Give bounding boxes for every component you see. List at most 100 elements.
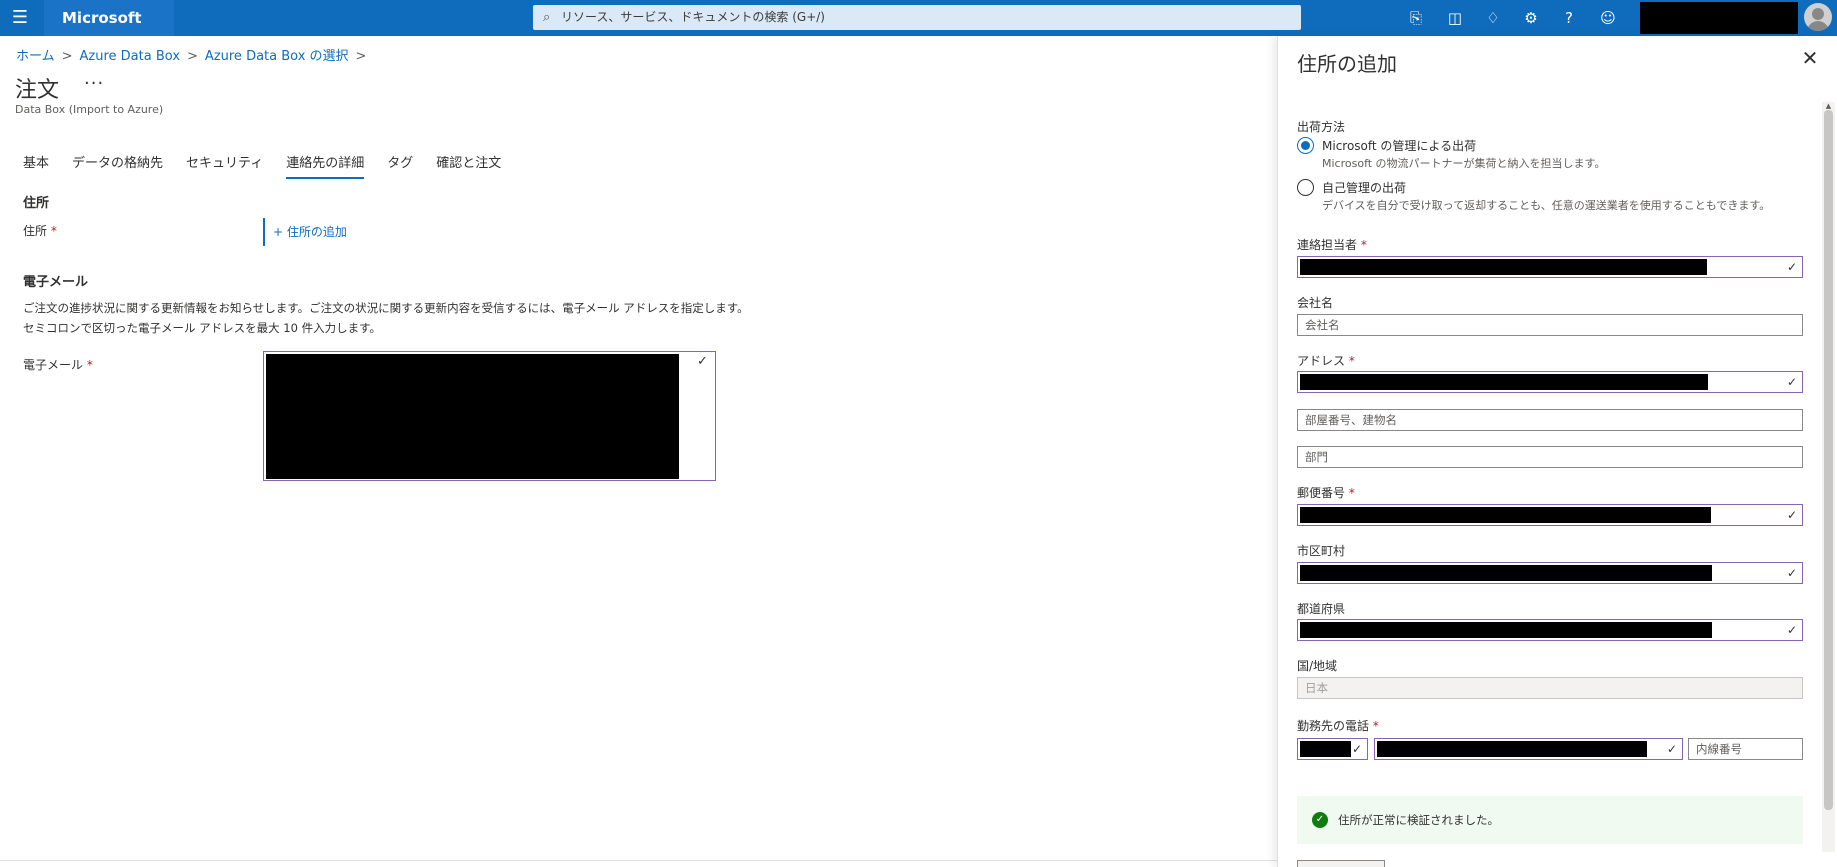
check-icon: ✓ — [1786, 623, 1797, 637]
brand-title[interactable]: Microsoft Azure — [44, 0, 174, 63]
country-code-field[interactable]: ✓ — [1297, 738, 1368, 760]
tab-bar: 基本 データの格納先 セキュリティ 連絡先の詳細 タグ 確認と注文 — [23, 152, 524, 180]
prefecture-value-redacted — [1300, 622, 1712, 638]
chevron-right-icon: > — [61, 49, 73, 64]
radio-microsoft-managed[interactable] — [1297, 137, 1314, 154]
check-icon: ✓ — [1786, 260, 1797, 274]
option-microsoft-title[interactable]: Microsoft の管理による出荷 — [1322, 137, 1476, 154]
top-bar: ☰ Microsoft Azure リソース、サービス、ドキュメントの検索 (G… — [0, 0, 1837, 63]
feedback-icon[interactable]: ☺ — [1596, 6, 1620, 30]
city-field[interactable]: ✓ — [1297, 562, 1803, 584]
breadcrumb-home[interactable]: ホーム — [16, 49, 55, 64]
prefecture-field[interactable]: ✓ — [1297, 619, 1803, 641]
email-label: 電子メール — [23, 358, 84, 372]
notifications-icon[interactable]: ♢ — [1481, 6, 1505, 30]
required-marker: * — [1348, 354, 1355, 368]
contact-label: 連絡担当者 — [1297, 238, 1358, 252]
scrollbar[interactable]: ▲ — [1822, 102, 1835, 852]
scrollbar-thumb[interactable] — [1824, 110, 1833, 810]
search-icon: ⌕ — [543, 10, 551, 25]
breadcrumb: ホーム > Azure Data Box > Azure Data Box の選択 > — [16, 45, 373, 64]
search-input[interactable]: リソース、サービス、ドキュメントの検索 (G+/) — [533, 5, 1301, 30]
address-label: 住所 — [23, 224, 48, 238]
option-self-desc: デバイスを自分で受け取って返却することも、任意の運送業者を使用することもできます… — [1322, 199, 1771, 212]
address-label-wrap: 住所 * — [23, 222, 57, 239]
company-label: 会社名 — [1297, 296, 1334, 310]
tab-contact-details[interactable]: 連絡先の詳細 — [286, 152, 365, 179]
city-value-redacted — [1300, 565, 1712, 581]
panel-add-button[interactable] — [1297, 860, 1385, 867]
breadcrumb-azure-data-box[interactable]: Azure Data Box — [80, 49, 180, 64]
tab-review-order[interactable]: 確認と注文 — [436, 152, 501, 177]
validation-success-bar: ✓ 住所が正常に検証されました。 — [1297, 796, 1803, 844]
close-icon[interactable]: ✕ — [1800, 48, 1820, 68]
scroll-up-icon[interactable]: ▲ — [1824, 102, 1833, 110]
postal-label: 郵便番号 — [1297, 486, 1346, 500]
page-title: 注文 — [15, 78, 60, 103]
tab-tags[interactable]: タグ — [387, 152, 413, 177]
chevron-right-icon: > — [187, 49, 198, 64]
check-icon: ✓ — [697, 354, 708, 369]
more-options-icon[interactable]: ··· — [84, 73, 104, 94]
cloud-shell-icon[interactable]: ⎘ — [1404, 6, 1428, 30]
postal-label-wrap: 郵便番号 * — [1297, 484, 1355, 501]
postal-field[interactable]: ✓ — [1297, 504, 1803, 526]
address-field[interactable]: ✓ — [1297, 371, 1803, 393]
option-microsoft-desc: Microsoft の物流パートナーが集荷と納入を担当します。 — [1322, 157, 1606, 170]
address-section-title: 住所 — [23, 196, 50, 211]
option-self-title[interactable]: 自己管理の出荷 — [1322, 179, 1406, 196]
chevron-right-icon: > — [355, 49, 367, 64]
address-line-label: アドレス — [1297, 354, 1346, 368]
address-value-redacted — [1300, 374, 1708, 390]
menu-icon[interactable]: ☰ — [8, 6, 32, 30]
postal-value-redacted — [1300, 507, 1711, 523]
divider — [0, 860, 1277, 861]
check-icon: ✓ — [1666, 742, 1677, 756]
extension-field[interactable]: 内線番号 — [1688, 738, 1803, 760]
avatar[interactable] — [1804, 3, 1832, 31]
required-marker: * — [1348, 486, 1355, 500]
email-label-wrap: 電子メール * — [23, 356, 93, 373]
phone-field[interactable]: ✓ — [1374, 738, 1683, 760]
tab-data-destination[interactable]: データの格納先 — [72, 152, 163, 177]
company-field[interactable]: 会社名 — [1297, 314, 1803, 336]
email-value-redacted — [266, 354, 679, 479]
shipping-method-label: 出荷方法 — [1297, 120, 1346, 134]
email-description-line1: ご注文の進捗状況に関する更新情報をお知らせします。ご注文の状況に関する更新内容を… — [23, 301, 749, 315]
success-check-icon: ✓ — [1312, 812, 1328, 828]
required-marker: * — [1372, 719, 1379, 733]
check-icon: ✓ — [1786, 566, 1797, 580]
check-icon: ✓ — [1786, 508, 1797, 522]
contact-value-redacted — [1300, 259, 1707, 275]
prefecture-label: 都道府県 — [1297, 602, 1346, 616]
country-field: 日本 — [1297, 677, 1803, 699]
tab-basics[interactable]: 基本 — [23, 152, 49, 177]
email-description-line2: セミコロンで区切った電子メール アドレスを最大 10 件入力します。 — [23, 321, 381, 335]
check-icon: ✓ — [1351, 742, 1362, 756]
breadcrumb-select-data-box[interactable]: Azure Data Box の選択 — [205, 49, 349, 64]
tab-security[interactable]: セキュリティ — [186, 152, 263, 177]
phone-label: 勤務先の電話 — [1297, 719, 1370, 733]
add-address-link[interactable]: + 住所の追加 — [263, 218, 347, 246]
contact-field[interactable]: ✓ — [1297, 256, 1803, 278]
email-section-title: 電子メール — [23, 275, 89, 290]
country-code-redacted — [1300, 741, 1351, 757]
country-label: 国/地域 — [1297, 659, 1338, 673]
directory-filter-icon[interactable]: ◫ — [1443, 6, 1467, 30]
address-line-label-wrap: アドレス * — [1297, 352, 1355, 369]
phone-label-wrap: 勤務先の電話 * — [1297, 717, 1379, 734]
room-field[interactable]: 部屋番号、建物名 — [1297, 409, 1803, 431]
required-marker: * — [86, 358, 93, 372]
check-icon: ✓ — [1786, 375, 1797, 389]
city-label: 市区町村 — [1297, 544, 1346, 558]
department-field[interactable]: 部門 — [1297, 446, 1803, 468]
settings-icon[interactable]: ⚙ — [1519, 6, 1543, 30]
page-subtitle: Data Box (Import to Azure) — [15, 103, 164, 116]
contact-label-wrap: 連絡担当者 * — [1297, 236, 1367, 253]
required-marker: * — [50, 224, 57, 238]
account-info-redacted[interactable] — [1640, 2, 1798, 34]
help-icon[interactable]: ? — [1557, 6, 1581, 30]
radio-self-managed[interactable] — [1297, 179, 1314, 196]
email-textarea[interactable]: ✓ — [263, 351, 716, 481]
panel-title: 住所の追加 — [1297, 52, 1397, 76]
